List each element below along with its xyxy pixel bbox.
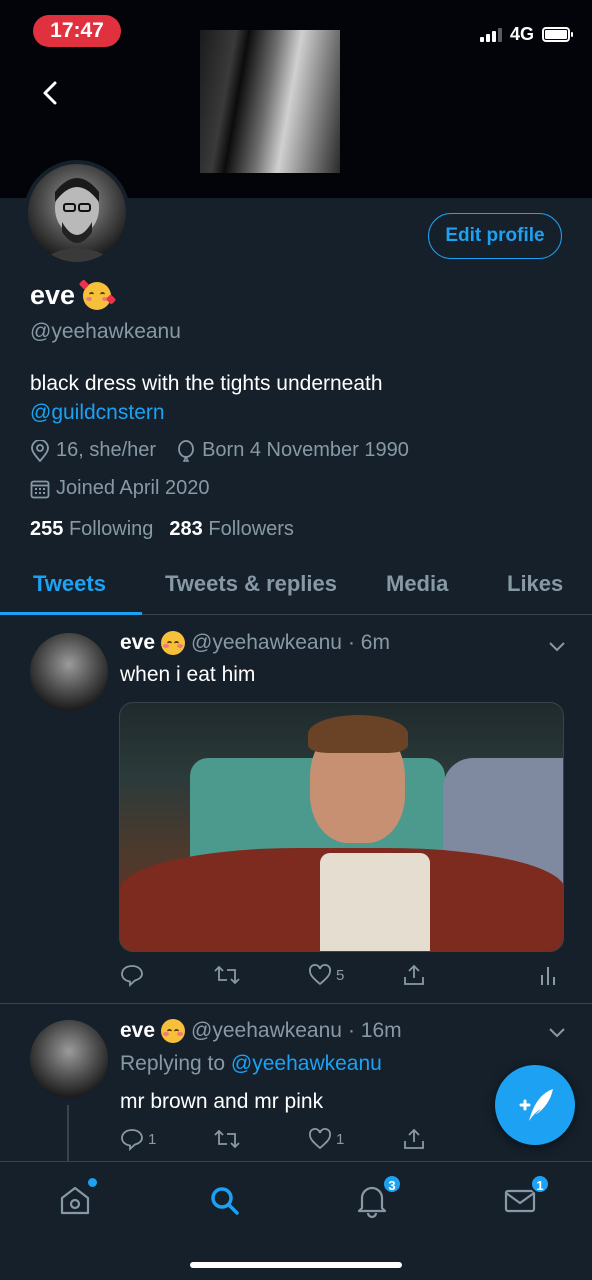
tweet[interactable]: eve @yeehawkeanu · 6m when i eat him 5 [0, 615, 592, 1003]
thread-line [67, 1105, 69, 1163]
messages-badge: 1 [530, 1174, 550, 1194]
like-button[interactable]: 1 [308, 1127, 344, 1151]
following-label: Following [68, 518, 154, 540]
analytics-icon [541, 967, 555, 985]
share-icon [404, 1128, 424, 1149]
calendar-icon [30, 480, 50, 498]
reply-count: 1 [148, 1130, 157, 1148]
home-new-dot [88, 1178, 97, 1187]
tab-likes[interactable]: Likes [507, 571, 563, 597]
profile-name-text: eve [30, 280, 76, 310]
followers-label: Followers [208, 518, 294, 540]
tweet-time: · 16m [347, 1019, 402, 1042]
share-button[interactable] [402, 1127, 426, 1151]
joined-text: Joined April 2020 [56, 477, 210, 499]
tab-media[interactable]: Media [386, 571, 448, 597]
compose-icon [519, 1089, 553, 1121]
like-button[interactable]: 5 [308, 963, 344, 987]
birthday-text: Born 4 November 1990 [202, 439, 409, 461]
caret-down-icon[interactable] [548, 637, 566, 655]
retweet-icon [214, 965, 240, 985]
following-count: 255 [30, 518, 64, 540]
tweet-time: · 6m [347, 631, 390, 654]
replying-to-link[interactable]: @yeehawkeanu [231, 1052, 382, 1075]
tweet-actions: 5 [120, 963, 560, 991]
retweet-icon [214, 1129, 240, 1149]
tab-tweets[interactable]: Tweets [33, 571, 106, 597]
tweet-author-handle: @yeehawkeanu [191, 631, 342, 654]
tweet-avatar[interactable] [30, 1020, 108, 1098]
tweet-actions: 1 1 [120, 1127, 560, 1155]
tweet-text: mr brown and mr pink [120, 1090, 324, 1113]
tweet-avatar[interactable] [30, 633, 108, 711]
bio-mention-link[interactable]: @guildcnstern [30, 398, 570, 427]
avatar-portrait [38, 178, 116, 262]
profile-avatar[interactable] [24, 160, 130, 266]
status-time: 17:47 [33, 15, 121, 47]
smiling-face-hearts-icon [161, 1019, 186, 1043]
followers-count: 283 [169, 518, 203, 540]
replying-to-line: Replying to @yeehawkeanu [120, 1052, 382, 1076]
compose-tweet-button[interactable] [495, 1065, 575, 1145]
like-icon [309, 1128, 331, 1150]
like-icon [309, 964, 331, 986]
retweet-button[interactable] [214, 1127, 244, 1151]
profile-bio: black dress with the tights underneath @… [30, 369, 570, 427]
home-indicator [190, 1262, 402, 1268]
location-icon [31, 439, 49, 462]
reply-button[interactable]: 1 [120, 1127, 156, 1151]
nav-messages[interactable]: 1 [500, 1174, 550, 1220]
follow-stats: 255 Following 283 Followers [30, 518, 294, 541]
edit-profile-button[interactable]: Edit profile [428, 213, 562, 259]
profile-handle: @yeehawkeanu [30, 320, 181, 343]
nav-notifications[interactable]: 3 [352, 1174, 402, 1220]
tweet-author-name: eve [120, 1019, 156, 1042]
profile-name: eve [30, 278, 117, 311]
followers-link[interactable]: 283 Followers [169, 518, 294, 541]
nav-home[interactable] [55, 1178, 97, 1220]
status-indicators: 4G [479, 23, 573, 44]
profile-meta-row-2: Joined April 2020 [30, 477, 209, 500]
tweet-header: eve @yeehawkeanu · 16m [120, 1019, 402, 1043]
caret-down-icon[interactable] [548, 1023, 566, 1041]
location-text: 16, she/her [56, 439, 157, 461]
nav-search[interactable] [204, 1180, 244, 1220]
back-icon[interactable] [36, 78, 66, 108]
birthday-icon [178, 439, 194, 462]
share-button[interactable] [402, 963, 426, 987]
like-count: 5 [336, 966, 345, 984]
tweet-media-gif[interactable] [119, 702, 564, 952]
tab-tweets-replies[interactable]: Tweets & replies [165, 571, 337, 597]
signal-icon [479, 26, 502, 42]
profile-meta-row-1: 16, she/her Born 4 November 1990 [30, 439, 409, 462]
bio-text: black dress with the tights underneath [30, 372, 383, 395]
reply-button[interactable] [120, 963, 148, 987]
reply-icon [121, 1129, 143, 1151]
tweet-author-name: eve [120, 631, 156, 654]
battery-icon [542, 26, 573, 42]
retweet-button[interactable] [214, 963, 244, 987]
tweet-author-handle: @yeehawkeanu [191, 1019, 342, 1042]
smiling-face-hearts-icon [161, 631, 186, 655]
search-icon [211, 1187, 239, 1215]
smiling-face-hearts-icon [78, 278, 117, 310]
reply-icon [121, 965, 143, 987]
share-icon [404, 964, 424, 985]
banner-image [200, 30, 340, 173]
profile-tabs: Tweets Tweets & replies Media Likes [0, 555, 592, 615]
replying-prefix: Replying to [120, 1052, 226, 1075]
tweet-header: eve @yeehawkeanu · 6m [120, 631, 390, 655]
notifications-badge: 3 [382, 1174, 402, 1194]
tweet-text: when i eat him [120, 663, 256, 686]
network-label: 4G [509, 23, 534, 44]
analytics-button[interactable] [538, 963, 558, 987]
following-link[interactable]: 255 Following [30, 518, 153, 541]
like-count: 1 [336, 1130, 345, 1148]
